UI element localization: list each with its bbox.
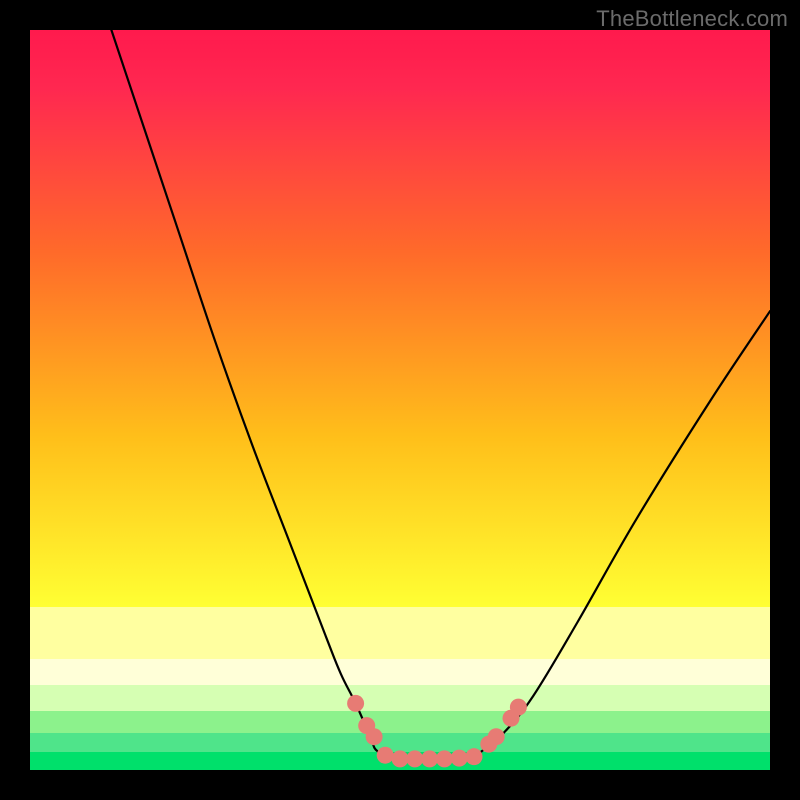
- curve-markers: [347, 695, 527, 768]
- marker-dot: [347, 695, 364, 712]
- marker-dot: [406, 750, 423, 767]
- marker-dot: [366, 728, 383, 745]
- marker-dot: [392, 750, 409, 767]
- marker-dot: [466, 748, 483, 765]
- marker-dot: [421, 750, 438, 767]
- curve-layer: [30, 30, 770, 770]
- watermark-text: TheBottleneck.com: [596, 6, 788, 32]
- marker-dot: [488, 728, 505, 745]
- plot-area: [30, 30, 770, 770]
- marker-dot: [451, 750, 468, 767]
- bottleneck-curve: [111, 30, 770, 760]
- marker-dot: [377, 747, 394, 764]
- chart-frame: TheBottleneck.com: [0, 0, 800, 800]
- marker-dot: [510, 699, 527, 716]
- marker-dot: [436, 750, 453, 767]
